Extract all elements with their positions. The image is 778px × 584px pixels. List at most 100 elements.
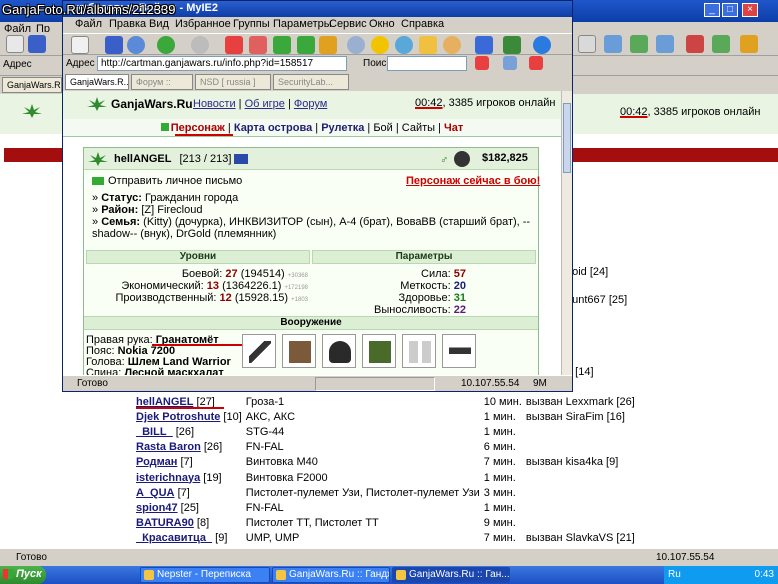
- tab[interactable]: NSD [ russia ]: [195, 74, 271, 90]
- start-button[interactable]: Пуск: [0, 566, 46, 584]
- nav-about-link[interactable]: Об игре: [245, 98, 285, 110]
- district-label: Район:: [101, 204, 139, 216]
- refresh-all-icon[interactable]: [297, 36, 315, 54]
- toolbar-refresh-icon[interactable]: [712, 35, 730, 53]
- tab[interactable]: SecurityLab...: [273, 74, 349, 90]
- menu-groups[interactable]: Группы: [233, 18, 270, 30]
- nav-forum-link[interactable]: Форум: [294, 98, 327, 110]
- stop-icon[interactable]: [225, 36, 243, 54]
- new-page-icon[interactable]: [6, 35, 24, 53]
- toolbar-tile-icon[interactable]: [656, 35, 674, 53]
- player-name-link[interactable]: Rasta Baron: [136, 441, 201, 453]
- folder-icon[interactable]: [419, 36, 437, 54]
- menu-file[interactable]: Файл: [75, 18, 102, 30]
- menu-tools[interactable]: Сервис: [329, 18, 367, 30]
- tab-active[interactable]: GanjaWars.R..: [65, 74, 129, 90]
- shin-guards-thumb[interactable]: [402, 334, 436, 368]
- new-page-icon[interactable]: [71, 36, 89, 54]
- taskbar-task[interactable]: Nepster - Переписка: [140, 567, 270, 583]
- clear-icon[interactable]: [529, 56, 543, 70]
- time-cell: 7 мин.: [483, 532, 516, 545]
- globe-icon[interactable]: [127, 36, 145, 54]
- refresh-icon[interactable]: [273, 36, 291, 54]
- weapon-cell: FN-FAL: [245, 501, 284, 514]
- scroll-thumb[interactable]: [563, 103, 571, 173]
- player-name-link[interactable]: _BILL_: [136, 426, 173, 438]
- send-message-link[interactable]: Отправить личное письмо: [92, 175, 242, 187]
- status-ip: 10.107.55.54: [656, 552, 715, 563]
- player-name-link[interactable]: Djek Potroshute: [136, 411, 220, 423]
- taskbar-task[interactable]: GanjaWars.Ru :: Ганджуб...: [272, 567, 390, 583]
- family-value[interactable]: (Kitty) (дочурка), ИНКВИЗИТОР (сын), А-4…: [140, 216, 530, 228]
- leaf-small-icon: [160, 123, 169, 131]
- toolbar-stop-icon[interactable]: [686, 35, 704, 53]
- toolbar-home-icon[interactable]: [740, 35, 758, 53]
- subnav-sites[interactable]: Сайты: [402, 122, 435, 134]
- address-input[interactable]: [97, 56, 347, 71]
- site-logo-text[interactable]: GanjaWars.Ru: [111, 97, 193, 111]
- cannabis-leaf-icon: [88, 152, 108, 166]
- player-name-link[interactable]: isterichnaya: [136, 472, 200, 484]
- tab[interactable]: Форум ::: [131, 74, 193, 90]
- search-options-icon[interactable]: [503, 56, 517, 70]
- globe-icon[interactable]: [533, 36, 551, 54]
- download-icon[interactable]: [503, 36, 521, 54]
- favorites-star-icon[interactable]: [371, 36, 389, 54]
- status-text: Готово: [16, 552, 47, 563]
- back-icon[interactable]: [157, 36, 175, 54]
- grenade-launcher-thumb[interactable]: [242, 334, 276, 368]
- popup-scrollbar[interactable]: [561, 91, 572, 375]
- close-search-icon[interactable]: [475, 56, 489, 70]
- helmet-thumb[interactable]: [322, 334, 356, 368]
- equipment-item[interactable]: Лесной маскхалат: [124, 367, 223, 375]
- maximize-button[interactable]: □: [722, 3, 738, 17]
- menu-window[interactable]: Окно: [369, 18, 395, 30]
- history-icon[interactable]: [395, 36, 413, 54]
- player-name-link[interactable]: _Красавитца_: [136, 532, 212, 544]
- subnav-chat[interactable]: Чат: [444, 122, 463, 134]
- menu-favorites[interactable]: Избранное: [175, 18, 231, 30]
- user-icon[interactable]: [443, 36, 461, 54]
- player-name-link[interactable]: A_QUA: [136, 487, 175, 499]
- save-icon[interactable]: [28, 35, 46, 53]
- toolbar-undo-icon[interactable]: [578, 35, 596, 53]
- cannabis-leaf-icon: [87, 97, 107, 111]
- language-indicator[interactable]: Ru: [668, 569, 681, 580]
- status-value: Гражданин города: [141, 192, 239, 204]
- minimize-button[interactable]: _: [704, 3, 720, 17]
- search-input[interactable]: [387, 56, 467, 71]
- subnav-roulette[interactable]: Рулетка: [321, 122, 364, 134]
- family-line-continued[interactable]: shadow-- (внук), DrGold (племянник): [92, 228, 276, 240]
- forward-icon[interactable]: [191, 36, 209, 54]
- toolbar-window-icon[interactable]: [604, 35, 622, 53]
- search-icon[interactable]: [347, 36, 365, 54]
- nav-news-link[interactable]: Новости: [193, 98, 236, 110]
- home-icon[interactable]: [319, 36, 337, 54]
- menu-options[interactable]: Параметры: [273, 18, 332, 30]
- player-name-link[interactable]: hellANGEL: [136, 396, 193, 408]
- player-name-link[interactable]: BATURA90: [136, 517, 194, 529]
- font-size-icon[interactable]: [475, 36, 493, 54]
- menu-help[interactable]: Справка: [401, 18, 444, 30]
- player-level: [7]: [180, 456, 193, 469]
- save-icon[interactable]: [105, 36, 123, 54]
- time-cell: 1 мин.: [483, 410, 516, 423]
- menu-edit[interactable]: Правка: [109, 18, 146, 30]
- subnav-battle[interactable]: Бой: [373, 122, 392, 134]
- subnav-character[interactable]: Персонаж: [171, 122, 225, 134]
- menu-view[interactable]: Вид: [149, 18, 169, 30]
- player-name-link[interactable]: spion47: [136, 502, 178, 514]
- note-cell: [524, 470, 664, 485]
- levels-header: Уровни: [86, 250, 310, 264]
- in-battle-link[interactable]: Персонаж сейчас в бою!: [406, 175, 540, 187]
- toolbar-download-icon[interactable]: [630, 35, 648, 53]
- taskbar-task-active[interactable]: GanjaWars.Ru :: Ган...: [392, 567, 510, 583]
- player-name-link[interactable]: Родман: [136, 456, 177, 468]
- camo-suit-thumb[interactable]: [362, 334, 396, 368]
- stop-all-icon[interactable]: [249, 36, 267, 54]
- background-tab[interactable]: GanjaWars.R: [2, 77, 62, 93]
- subnav-map[interactable]: Карта острова: [234, 122, 312, 134]
- helicopter-thumb[interactable]: [442, 334, 476, 368]
- close-button[interactable]: ×: [742, 3, 758, 17]
- phone-thumb[interactable]: [282, 334, 316, 368]
